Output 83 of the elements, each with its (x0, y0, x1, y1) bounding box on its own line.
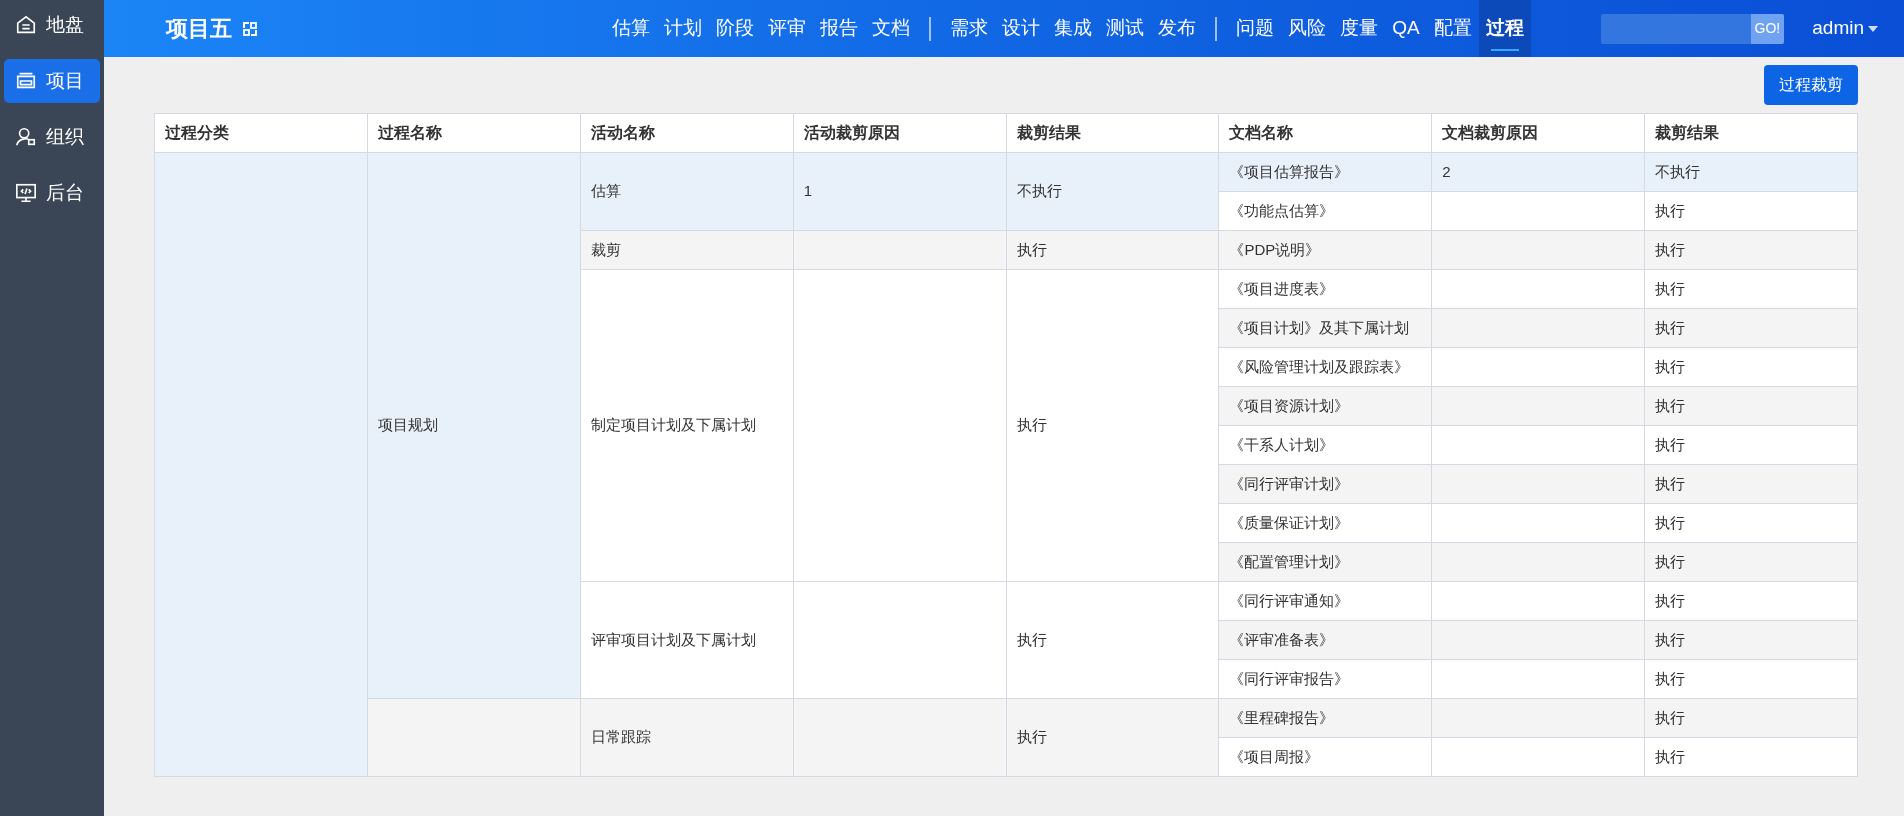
sidebar-item[interactable]: 组织 (4, 115, 100, 159)
result-cell: 执行 (1644, 737, 1858, 777)
result-cell: 执行 (1006, 230, 1219, 270)
document-cell: 《项目周报》 (1218, 737, 1432, 777)
result-cell: 执行 (1644, 347, 1858, 387)
document-cell: 《同行评审计划》 (1218, 464, 1432, 504)
result-cell: 执行 (1644, 308, 1858, 348)
result-cell: 执行 (1006, 698, 1219, 777)
switch-icon[interactable] (242, 20, 258, 37)
document-cell: 《评审准备表》 (1218, 620, 1432, 660)
column-header: 过程名称 (367, 113, 581, 153)
nav-tab[interactable]: 配置 (1426, 0, 1479, 57)
document-cell: 《项目估算报告》 (1218, 152, 1432, 192)
nav-tab[interactable]: 过程 (1478, 0, 1531, 57)
result-cell: 执行 (1644, 425, 1858, 465)
process-cell: 项目规划 (367, 152, 581, 699)
nav-tab[interactable]: 问题 (1229, 0, 1282, 57)
user-icon (14, 126, 38, 148)
activity-cell: 估算 (580, 152, 794, 231)
document-cell: 《配置管理计划》 (1218, 542, 1432, 582)
result-cell: 执行 (1644, 386, 1858, 426)
user-menu[interactable]: admin (1806, 13, 1884, 44)
nav-tab[interactable]: 发布 (1151, 0, 1204, 57)
nav-tab[interactable]: 度量 (1333, 0, 1386, 57)
nav-tab[interactable]: 集成 (1047, 0, 1100, 57)
document-cell: 《里程碑报告》 (1218, 698, 1432, 738)
nav-tab[interactable]: QA (1385, 0, 1427, 57)
nav-tab[interactable]: 估算 (605, 0, 658, 57)
column-header: 文档名称 (1218, 113, 1432, 153)
document-cell: 《风险管理计划及跟踪表》 (1218, 347, 1432, 387)
column-header: 过程分类 (154, 113, 368, 153)
column-header: 裁剪结果 (1644, 113, 1858, 153)
result-cell: 执行 (1006, 581, 1219, 699)
document-cell: 《同行评审通知》 (1218, 581, 1432, 621)
nav-tab[interactable]: 报告 (813, 0, 866, 57)
reason-cell: 1 (793, 152, 1006, 231)
result-cell: 执行 (1644, 464, 1858, 504)
nav-tab[interactable]: 测试 (1099, 0, 1152, 57)
reason-cell: 2 (1431, 152, 1645, 192)
document-cell: 《项目进度表》 (1218, 269, 1432, 309)
result-cell: 执行 (1644, 698, 1858, 738)
activity-cell: 裁剪 (580, 230, 794, 270)
column-header: 裁剪结果 (1006, 113, 1219, 153)
column-header: 活动裁剪原因 (793, 113, 1006, 153)
result-cell: 执行 (1644, 542, 1858, 582)
project-title: 项目五 (166, 15, 232, 43)
nav-tab[interactable]: 评审 (761, 0, 814, 57)
nav-tab[interactable]: 文档 (865, 0, 918, 57)
activity-cell: 日常跟踪 (580, 698, 794, 777)
result-cell: 执行 (1644, 620, 1858, 660)
sidebar-item[interactable]: 地盘 (4, 3, 100, 47)
document-cell: 《PDP说明》 (1218, 230, 1432, 270)
result-cell: 执行 (1644, 269, 1858, 309)
result-cell: 执行 (1644, 659, 1858, 699)
sidebar-item[interactable]: 项目 (4, 59, 100, 103)
result-cell: 不执行 (1006, 152, 1219, 231)
document-cell: 《同行评审报告》 (1218, 659, 1432, 699)
nav-tab[interactable]: 阶段 (709, 0, 762, 57)
nav-tab[interactable]: 需求 (943, 0, 996, 57)
search-field[interactable] (1600, 13, 1751, 44)
result-cell: 执行 (1644, 503, 1858, 543)
nav-tab[interactable]: 计划 (657, 0, 710, 57)
result-cell: 执行 (1006, 269, 1219, 582)
caret-icon (1868, 25, 1878, 32)
tailor-button[interactable]: 过程裁剪 (1764, 65, 1858, 105)
home-icon (14, 14, 38, 36)
monitor-icon (14, 182, 38, 204)
result-cell: 不执行 (1644, 152, 1858, 192)
result-cell: 执行 (1644, 581, 1858, 621)
document-cell: 《干系人计划》 (1218, 425, 1432, 465)
column-header: 活动名称 (580, 113, 794, 153)
nav-tab[interactable]: 设计 (995, 0, 1048, 57)
nav-tab[interactable]: 风险 (1281, 0, 1334, 57)
result-cell: 执行 (1644, 230, 1858, 270)
document-cell: 《项目计划》及其下属计划 (1218, 308, 1432, 348)
activity-cell: 评审项目计划及下属计划 (580, 581, 794, 699)
document-cell: 《项目资源计划》 (1218, 386, 1432, 426)
result-cell: 执行 (1644, 191, 1858, 231)
document-cell: 《功能点估算》 (1218, 191, 1432, 231)
sidebar-item[interactable]: 后台 (4, 171, 100, 215)
column-header: 文档裁剪原因 (1431, 113, 1645, 153)
activity-cell: 制定项目计划及下属计划 (580, 269, 794, 582)
document-cell: 《质量保证计划》 (1218, 503, 1432, 543)
